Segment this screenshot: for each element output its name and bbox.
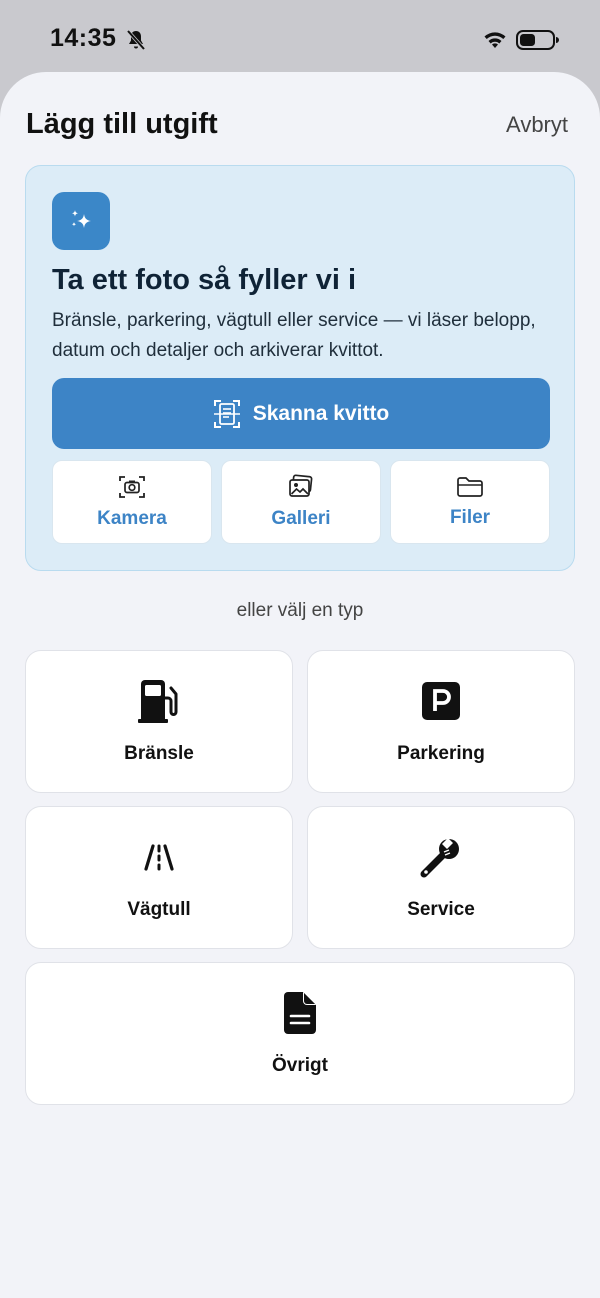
photo-stack-icon (289, 474, 313, 497)
status-time: 14:35 (50, 24, 117, 52)
add-expense-sheet: Lägg till utgift Avbryt Ta ett foto så f… (0, 72, 600, 1298)
wifi-icon (484, 32, 506, 48)
type-tile-other[interactable]: Övrigt (25, 962, 575, 1105)
sparkles-icon (71, 210, 91, 228)
bell-slash-icon (126, 29, 146, 51)
fuel-pump-icon (138, 680, 178, 723)
scan-card-title: Ta ett foto så fyller vi i (52, 264, 357, 296)
camera-viewfinder-icon (119, 476, 145, 498)
scan-receipt-button[interactable]: Skanna kvitto (52, 378, 550, 449)
sparkles-badge (52, 192, 110, 250)
document-icon (284, 992, 316, 1034)
wrench-icon (420, 838, 459, 878)
type-label-parking: Parkering (397, 743, 485, 764)
cancel-button[interactable]: Avbryt (506, 112, 568, 138)
camera-label: Kamera (97, 508, 167, 529)
folder-icon (457, 477, 483, 497)
files-button[interactable]: Filer (390, 460, 550, 544)
type-label-other: Övrigt (272, 1055, 328, 1076)
source-options: Kamera Galleri Filer (52, 460, 550, 544)
status-bar: 14:35 (0, 0, 600, 80)
gallery-label: Galleri (271, 508, 331, 529)
camera-button[interactable]: Kamera (52, 460, 212, 544)
type-tile-fuel[interactable]: Bränsle (25, 650, 293, 793)
choose-type-divider: eller välj en typ (236, 600, 364, 621)
battery-icon (516, 30, 559, 50)
page-title: Lägg till utgift (26, 108, 218, 140)
gallery-button[interactable]: Galleri (221, 460, 381, 544)
type-label-toll: Vägtull (127, 899, 191, 920)
type-tile-parking[interactable]: Parkering (307, 650, 575, 793)
files-label: Filer (449, 507, 491, 528)
scan-receipt-card: Ta ett foto så fyller vi i Bränsle, park… (25, 165, 575, 571)
road-lanes-icon (144, 844, 174, 871)
type-tile-toll[interactable]: Vägtull (25, 806, 293, 949)
type-label-service: Service (407, 899, 475, 920)
document-scanner-icon (213, 399, 240, 428)
parking-sign-icon (422, 682, 460, 720)
type-tile-service[interactable]: Service (307, 806, 575, 949)
scan-card-description: Bränsle, parkering, vägtull eller servic… (52, 310, 536, 361)
scan-receipt-label: Skanna kvitto (252, 401, 390, 425)
type-label-fuel: Bränsle (124, 743, 194, 764)
